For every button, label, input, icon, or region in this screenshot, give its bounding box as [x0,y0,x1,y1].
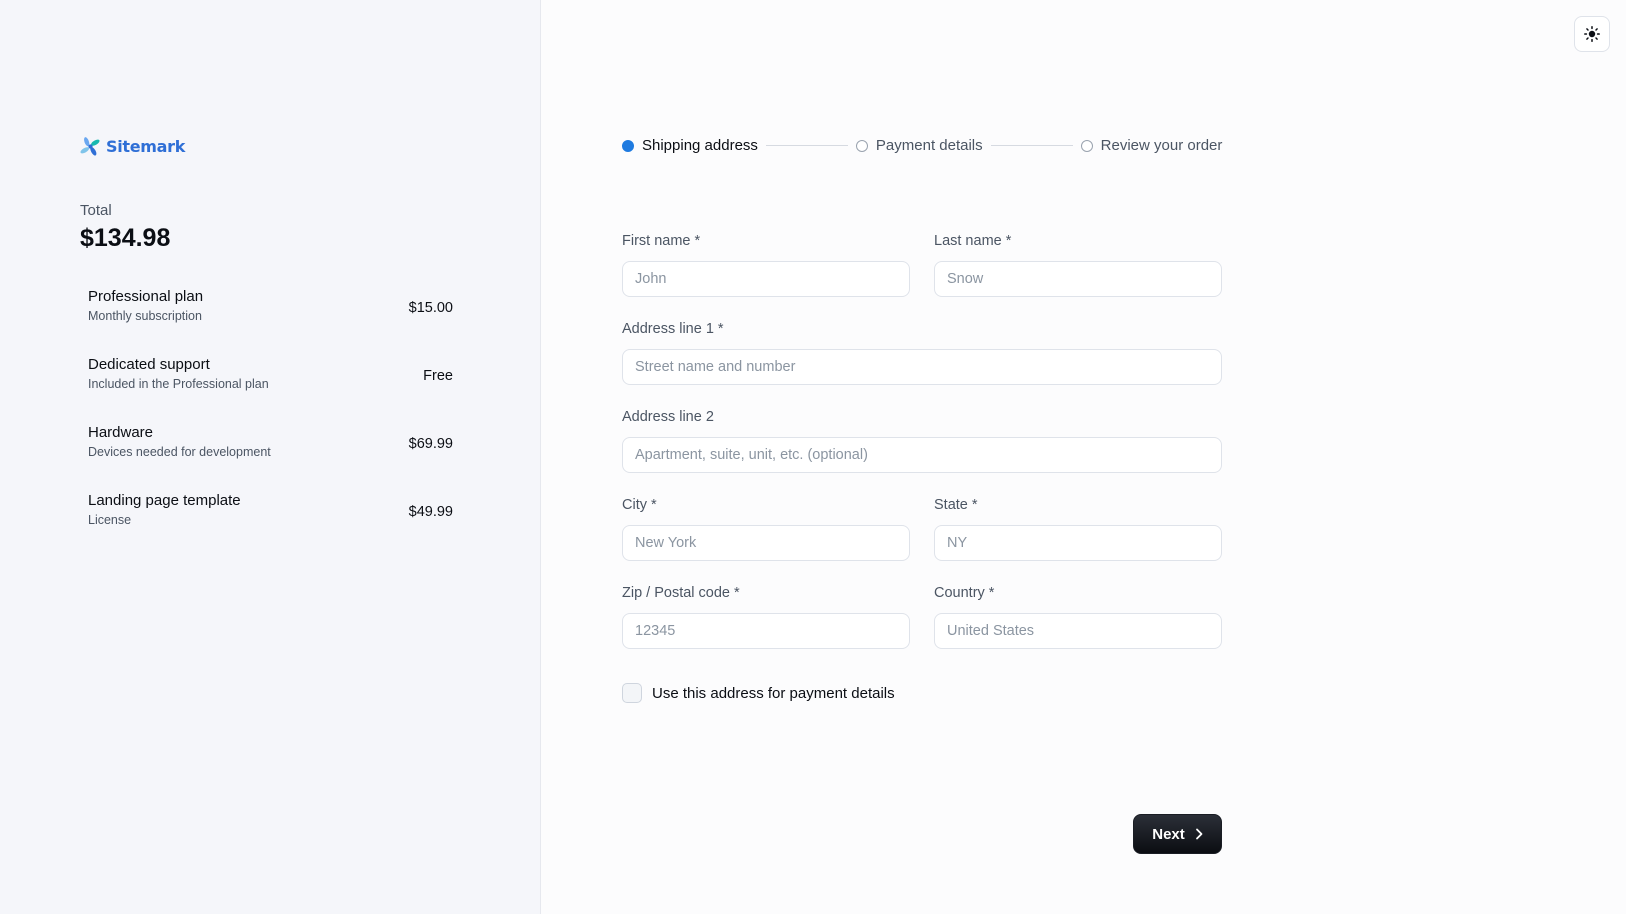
step-review-order[interactable]: Review your order [1080,137,1223,154]
city-field-group: City * [622,497,910,561]
item-name: Hardware [88,424,154,441]
zip-label: Zip / Postal code * [622,585,740,601]
next-button[interactable]: Next [1133,814,1222,854]
total-amount: $134.98 [80,224,171,252]
country-input[interactable] [934,613,1222,649]
use-for-payment-option[interactable]: Use this address for payment details [622,683,895,703]
item-price: Free [423,368,453,384]
zip-field-group: Zip / Postal code * [622,585,910,649]
address-line-2-input[interactable] [622,437,1222,473]
address-line-2-label: Address line 2 [622,409,714,425]
item-description: Monthly subscription [88,309,202,323]
step-connector [765,145,848,146]
sun-icon [1584,26,1600,42]
order-item: Dedicated support Included in the Profes… [88,356,453,424]
city-label: City * [622,497,657,513]
country-label: Country * [934,585,995,601]
sitemark-logo[interactable]: Sitemark [80,136,185,157]
item-price: $15.00 [408,300,453,316]
step-label: Review your order [1100,137,1223,154]
last-name-label: Last name * [934,233,1012,249]
zip-input[interactable] [622,613,910,649]
next-button-label: Next [1152,825,1185,843]
address-line-1-label: Address line 1 * [622,321,724,337]
state-input[interactable] [934,525,1222,561]
checkout-stepper: Shipping address Payment details Review … [622,137,1222,154]
total-label: Total [80,202,112,219]
step-dot-icon [855,139,868,152]
first-name-input[interactable] [622,261,910,297]
order-item: Hardware Devices needed for development … [88,424,453,492]
brand-name: Sitemark [106,137,186,156]
item-name: Landing page template [88,492,241,509]
use-for-payment-checkbox[interactable] [622,683,642,703]
country-field-group: Country * [934,585,1222,649]
state-field-group: State * [934,497,1222,561]
step-payment-details[interactable]: Payment details [855,137,983,154]
order-item: Landing page template License $49.99 [88,492,453,560]
chevron-right-icon [1195,828,1203,840]
step-label: Payment details [875,137,983,154]
step-connector [990,145,1073,146]
item-price: $49.99 [408,504,453,520]
item-description: License [88,513,132,527]
item-description: Devices needed for development [88,445,271,459]
last-name-field-group: Last name * [934,233,1222,297]
item-name: Dedicated support [88,356,210,373]
item-name: Professional plan [88,288,204,305]
address-line-1-input[interactable] [622,349,1222,385]
item-price: $69.99 [408,436,453,452]
step-active-dot-icon [622,139,634,152]
order-summary-panel: Sitemark Total $134.98 Professional plan… [0,0,541,914]
address-line-2-field-group: Address line 2 [622,409,1222,473]
first-name-field-group: First name * [622,233,910,297]
city-input[interactable] [622,525,910,561]
last-name-input[interactable] [934,261,1222,297]
order-item: Professional plan Monthly subscription $… [88,288,453,356]
use-for-payment-label: Use this address for payment details [652,684,895,702]
step-dot-icon [1080,139,1093,152]
state-label: State * [934,497,978,513]
item-description: Included in the Professional plan [88,377,269,391]
theme-toggle-button[interactable] [1574,16,1610,52]
step-shipping-address[interactable]: Shipping address [622,137,758,154]
address-line-1-field-group: Address line 1 * [622,321,1222,385]
step-label: Shipping address [642,137,758,154]
order-items-list: Professional plan Monthly subscription $… [88,288,453,560]
first-name-label: First name * [622,233,701,249]
sitemark-logo-icon [80,137,100,156]
